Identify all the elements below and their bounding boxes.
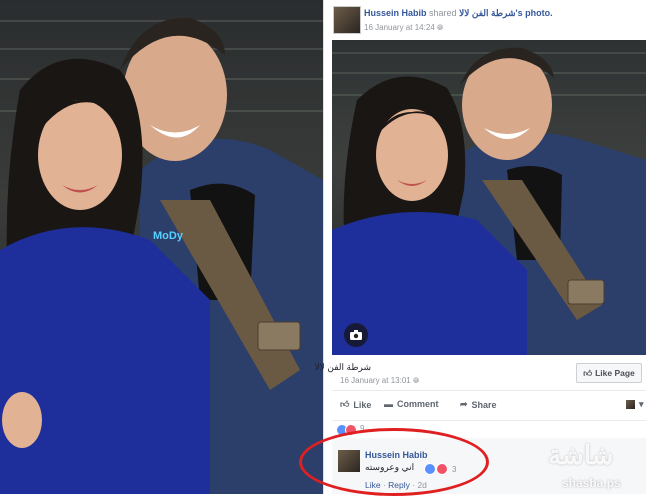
globe-icon: 🌐︎ bbox=[412, 376, 420, 385]
post-header: Hussein Habib shared شرطة الفن لالا's ph… bbox=[364, 8, 553, 19]
author-avatar[interactable] bbox=[333, 6, 361, 34]
page-card-date: 16 January at 13:01 🌐︎ bbox=[340, 376, 419, 386]
post-timestamp[interactable]: 16 January at 14:24 bbox=[364, 23, 435, 32]
share-icon: ➦ bbox=[460, 399, 468, 409]
post-actions: 👍︎ Like ▬ Comment ➦ Share ▾ bbox=[332, 396, 646, 414]
post-meta: 16 January at 14:24 🌐︎ bbox=[364, 23, 443, 33]
share-label: Share bbox=[471, 399, 497, 410]
like-button[interactable]: 👍︎ Like bbox=[340, 399, 371, 410]
shasha-url: shasha.ps bbox=[562, 476, 621, 490]
thumbs-up-icon: 👍︎ bbox=[583, 367, 593, 378]
modv-watermark: MoDy bbox=[153, 230, 183, 242]
view-as-icon[interactable]: ▾ bbox=[626, 399, 644, 410]
page-card-name[interactable]: شرطة الفن لالا bbox=[315, 362, 371, 373]
comment-button[interactable]: ▬ Comment bbox=[384, 399, 439, 409]
like-page-label: Like Page bbox=[595, 368, 635, 378]
globe-icon: 🌐︎ bbox=[436, 23, 444, 32]
photo-couple-illustration bbox=[0, 17, 323, 494]
page-suffix: 's photo. bbox=[515, 8, 553, 18]
facebook-post: Hussein Habib shared شرطة الفن لالا's ph… bbox=[315, 0, 653, 494]
share-button[interactable]: ➦ Share bbox=[460, 399, 497, 410]
thumbs-up-icon: 👍︎ bbox=[340, 399, 350, 409]
comment-icon: ▬ bbox=[384, 399, 393, 409]
author-name-link[interactable]: Hussein Habib bbox=[364, 8, 427, 18]
page-name-link[interactable]: شرطة الفن لالا bbox=[459, 8, 515, 18]
shared-text: shared bbox=[429, 8, 457, 18]
shasha-logo: شاشة bbox=[548, 440, 614, 470]
page-card: شرطة الفن لالا 16 January at 13:01 🌐︎ 👍︎… bbox=[315, 358, 646, 391]
highlight-ellipse bbox=[299, 428, 489, 496]
camera-icon[interactable] bbox=[344, 323, 368, 347]
main-photo: MoDy bbox=[0, 0, 323, 494]
comment-label: Comment bbox=[397, 399, 439, 409]
shared-photo[interactable] bbox=[332, 40, 646, 355]
photo-couple-illustration-small bbox=[332, 47, 646, 355]
page-card-timestamp[interactable]: 16 January at 13:01 bbox=[340, 376, 411, 385]
like-label: Like bbox=[353, 399, 372, 410]
like-page-button[interactable]: 👍︎ Like Page bbox=[576, 363, 642, 383]
